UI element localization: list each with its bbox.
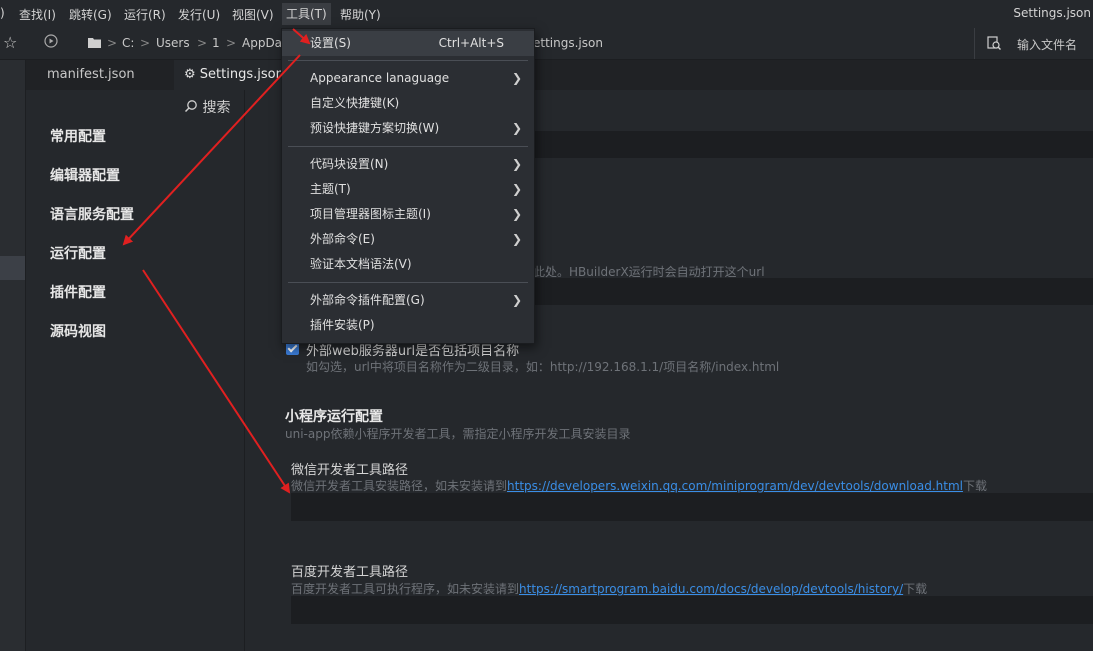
menu-item-snippets[interactable]: 代码块设置(N) ❯ (282, 152, 534, 177)
chevron-right-icon: ❯ (511, 232, 522, 246)
settings-search[interactable]: 搜索 (184, 97, 230, 117)
menu-help[interactable]: 帮助(Y) (340, 6, 381, 23)
search-label: 搜索 (202, 100, 231, 116)
folder-icon (88, 37, 101, 51)
tab-settings[interactable]: ⚙ Settings.json (174, 60, 294, 90)
menu-separator (288, 146, 528, 147)
menu-item-theme[interactable]: 主题(T) ❯ (282, 177, 534, 202)
nav-run-config[interactable]: 运行配置 (50, 243, 106, 263)
mini-program-section-hint: uni-app依赖小程序开发者工具，需指定小程序开发工具安装目录 (285, 427, 631, 441)
menu-goto[interactable]: 跳转(G) (69, 6, 112, 23)
tools-dropdown-menu: 设置(S) Ctrl+Alt+S Appearance lanaguage ❯ 自定… (281, 28, 535, 344)
wechat-devtools-hint: 微信开发者工具安装路径，如未安装请到https://developers.wei… (291, 479, 987, 493)
wechat-download-link[interactable]: https://developers.weixin.qq.com/minipro… (507, 479, 963, 493)
checkbox-hint: 如勾选，url中将项目名称作为二级目录，如：http://192.168.1.1… (306, 360, 780, 374)
menu-separator (288, 282, 528, 283)
baidu-devtools-hint: 百度开发者工具可执行程序，如未安装请到https://smartprogram.… (291, 582, 928, 596)
tab-label: manifest.json (47, 67, 135, 82)
chevron-right-icon: ❯ (511, 293, 522, 307)
wechat-devtools-path-input[interactable] (291, 493, 1093, 521)
baidu-download-link[interactable]: https://smartprogram.baidu.com/docs/deve… (519, 582, 903, 596)
tab-label: Settings.json (199, 67, 284, 82)
mini-program-section-title: 小程序运行配置 (285, 409, 383, 425)
toolbar-divider (974, 28, 975, 59)
breadcrumb-file[interactable]: ettings.json (533, 36, 603, 50)
settings-nav: 搜索 常用配置 编辑器配置 语言服务配置 运行配置 插件配置 源码视图 (26, 90, 245, 651)
shortcut-label: Ctrl+Alt+S (438, 36, 504, 50)
menu-publish[interactable]: 发行(U) (178, 6, 220, 23)
setting-input-1[interactable] (531, 131, 1093, 158)
menu-item-icon-theme[interactable]: 项目管理器图标主题(I) ❯ (282, 202, 534, 227)
breadcrumb-item[interactable]: Users (156, 36, 190, 50)
file-search-icon[interactable] (987, 36, 1001, 53)
menu-tools[interactable]: 工具(T) (282, 3, 331, 25)
menu-item-settings[interactable]: 设置(S) Ctrl+Alt+S (282, 31, 534, 56)
menu-item-custom-keybindings[interactable]: 自定义快捷键(K) (282, 91, 534, 116)
gear-icon: ⚙ (184, 67, 196, 82)
nav-plugin-config[interactable]: 插件配置 (50, 282, 106, 302)
file-name-input[interactable]: 输入文件名 (1017, 36, 1077, 53)
baidu-devtools-label: 百度开发者工具路径 (291, 565, 409, 580)
menu-run[interactable]: 运行(R) (124, 6, 166, 23)
breadcrumb-item[interactable]: C: (122, 36, 134, 50)
breadcrumb-item[interactable]: AppDa (242, 36, 282, 50)
toolbar: ☆ > C: > Users > 1 > AppDa ettings.json … (0, 28, 1093, 60)
activity-strip (0, 60, 26, 651)
run-circle-icon[interactable] (44, 34, 58, 51)
breadcrumb-separator-icon: > (226, 36, 237, 50)
breadcrumb-item[interactable]: 1 (212, 36, 220, 50)
chevron-right-icon: ❯ (511, 121, 522, 135)
nav-editor-config[interactable]: 编辑器配置 (50, 165, 120, 185)
chevron-right-icon: ❯ (511, 71, 522, 85)
menu-separator (288, 60, 528, 61)
tab-manifest[interactable]: manifest.json (37, 60, 145, 90)
setting-input-url[interactable] (531, 278, 1093, 305)
breadcrumb-separator-icon: > (107, 36, 118, 50)
wechat-devtools-label: 微信开发者工具路径 (291, 463, 409, 478)
chevron-right-icon: ❯ (511, 182, 522, 196)
nav-common-config[interactable]: 常用配置 (50, 126, 106, 146)
menu-item-keymap-preset[interactable]: 预设快捷键方案切换(W) ❯ (282, 116, 534, 141)
chevron-right-icon: ❯ (511, 207, 522, 221)
search-icon (184, 100, 202, 116)
chevron-right-icon: ❯ (511, 157, 522, 171)
menu-bar: ) 查找(I) 跳转(G) 运行(R) 发行(U) 视图(V) 工具(T) 帮助… (0, 0, 1093, 28)
menu-find[interactable]: 查找(I) (19, 6, 56, 23)
baidu-devtools-path-input[interactable] (291, 596, 1093, 624)
window-title: Settings.json (1013, 6, 1091, 20)
menu-partial[interactable]: ) (0, 6, 5, 20)
breadcrumb-separator-icon: > (197, 36, 208, 50)
menu-item-external-command-plugin-config[interactable]: 外部命令插件配置(G) ❯ (282, 288, 534, 313)
tab-bar: manifest.json ⚙ Settings.json (26, 60, 1093, 90)
nav-language-service-config[interactable]: 语言服务配置 (50, 204, 134, 224)
menu-item-validate-syntax[interactable]: 验证本文档语法(V) (282, 252, 534, 277)
menu-item-plugin-install[interactable]: 插件安装(P) (282, 313, 534, 338)
breadcrumb-separator-icon: > (140, 36, 151, 50)
activity-strip-selected[interactable] (0, 256, 25, 280)
star-icon[interactable]: ☆ (3, 33, 17, 52)
menu-item-external-commands[interactable]: 外部命令(E) ❯ (282, 227, 534, 252)
menu-view[interactable]: 视图(V) (232, 6, 274, 23)
nav-source-view[interactable]: 源码视图 (50, 321, 106, 341)
menu-item-appearance-language[interactable]: Appearance lanaguage ❯ (282, 66, 534, 91)
